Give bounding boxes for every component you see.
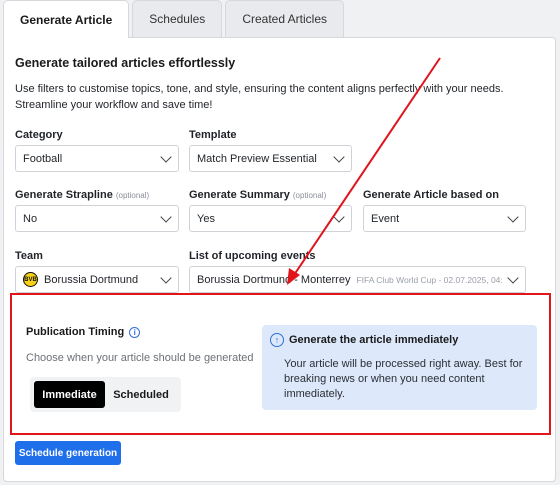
generate-article-panel: Generate tailored articles effortlessly … — [3, 37, 556, 482]
summary-value: Yes — [197, 212, 215, 225]
chevron-down-icon — [333, 210, 345, 223]
summary-label: Generate Summary (optional) — [189, 189, 326, 201]
summary-label-text: Generate Summary — [189, 189, 290, 201]
info-panel-title-text: Generate the article immediately — [289, 334, 459, 346]
info-panel-body: Your article will be processed right awa… — [284, 358, 523, 400]
panel-description: Use filters to customise topics, tone, a… — [15, 83, 504, 111]
chevron-down-icon — [507, 271, 519, 284]
team-crest-icon: BVB — [23, 272, 38, 287]
info-panel-title: ↑ Generate the article immediately — [270, 333, 458, 347]
tab-schedules[interactable]: Schedules — [132, 0, 223, 37]
event-teams: Borussia Dortmund - Monterrey — [197, 273, 351, 286]
team-select[interactable]: BVB Borussia Dortmund — [15, 266, 179, 293]
timing-info-panel: ↑ Generate the article immediately Your … — [262, 325, 537, 410]
chevron-down-icon — [333, 150, 345, 163]
chevron-down-icon — [507, 210, 519, 223]
publication-timing-subtitle: Choose when your article should be gener… — [26, 352, 254, 364]
events-label: List of upcoming events — [189, 250, 316, 262]
template-value: Match Preview Essential — [197, 152, 317, 165]
category-select[interactable]: Football — [15, 145, 179, 172]
summary-optional-hint: (optional) — [292, 191, 327, 200]
chevron-down-icon — [160, 150, 172, 163]
info-icon[interactable]: i — [129, 326, 141, 338]
scheduled-option[interactable]: Scheduled — [105, 381, 177, 408]
strapline-optional-hint: (optional) — [115, 191, 150, 200]
strapline-label-text: Generate Strapline — [15, 189, 113, 201]
tab-generate-article[interactable]: Generate Article — [3, 0, 130, 38]
arrow-up-circle-icon: ↑ — [270, 333, 284, 347]
team-value: Borussia Dortmund — [44, 273, 139, 286]
based-on-select[interactable]: Event — [363, 205, 526, 232]
template-label: Template — [189, 129, 237, 141]
panel-heading: Generate tailored articles effortlessly — [15, 56, 236, 70]
category-value: Football — [23, 152, 63, 165]
publication-timing-title: Publication Timing i — [26, 326, 141, 338]
immediate-option[interactable]: Immediate — [34, 381, 105, 408]
strapline-value: No — [23, 212, 38, 225]
summary-select[interactable]: Yes — [189, 205, 352, 232]
tab-bar: Generate Article Schedules Created Artic… — [3, 0, 347, 38]
strapline-select[interactable]: No — [15, 205, 179, 232]
chevron-down-icon — [160, 210, 172, 223]
events-value: Borussia Dortmund - Monterrey FIFA Club W… — [197, 274, 503, 286]
based-on-value: Event — [371, 212, 400, 225]
publication-timing-label: Publication Timing — [26, 326, 125, 338]
chevron-down-icon — [160, 271, 172, 284]
team-label: Team — [15, 250, 43, 262]
category-label: Category — [15, 129, 63, 141]
event-detail: FIFA Club World Cup - 02.07.2025, 04:00 — [356, 274, 503, 285]
timing-toggle: Immediate Scheduled — [30, 377, 181, 412]
schedule-generation-button[interactable]: Schedule generation — [15, 441, 121, 465]
events-select[interactable]: Borussia Dortmund - Monterrey FIFA Club W… — [189, 266, 526, 293]
based-on-label: Generate Article based on — [363, 189, 499, 201]
template-select[interactable]: Match Preview Essential — [189, 145, 352, 172]
tab-created-articles[interactable]: Created Articles — [225, 0, 345, 37]
strapline-label: Generate Strapline (optional) — [15, 189, 149, 201]
